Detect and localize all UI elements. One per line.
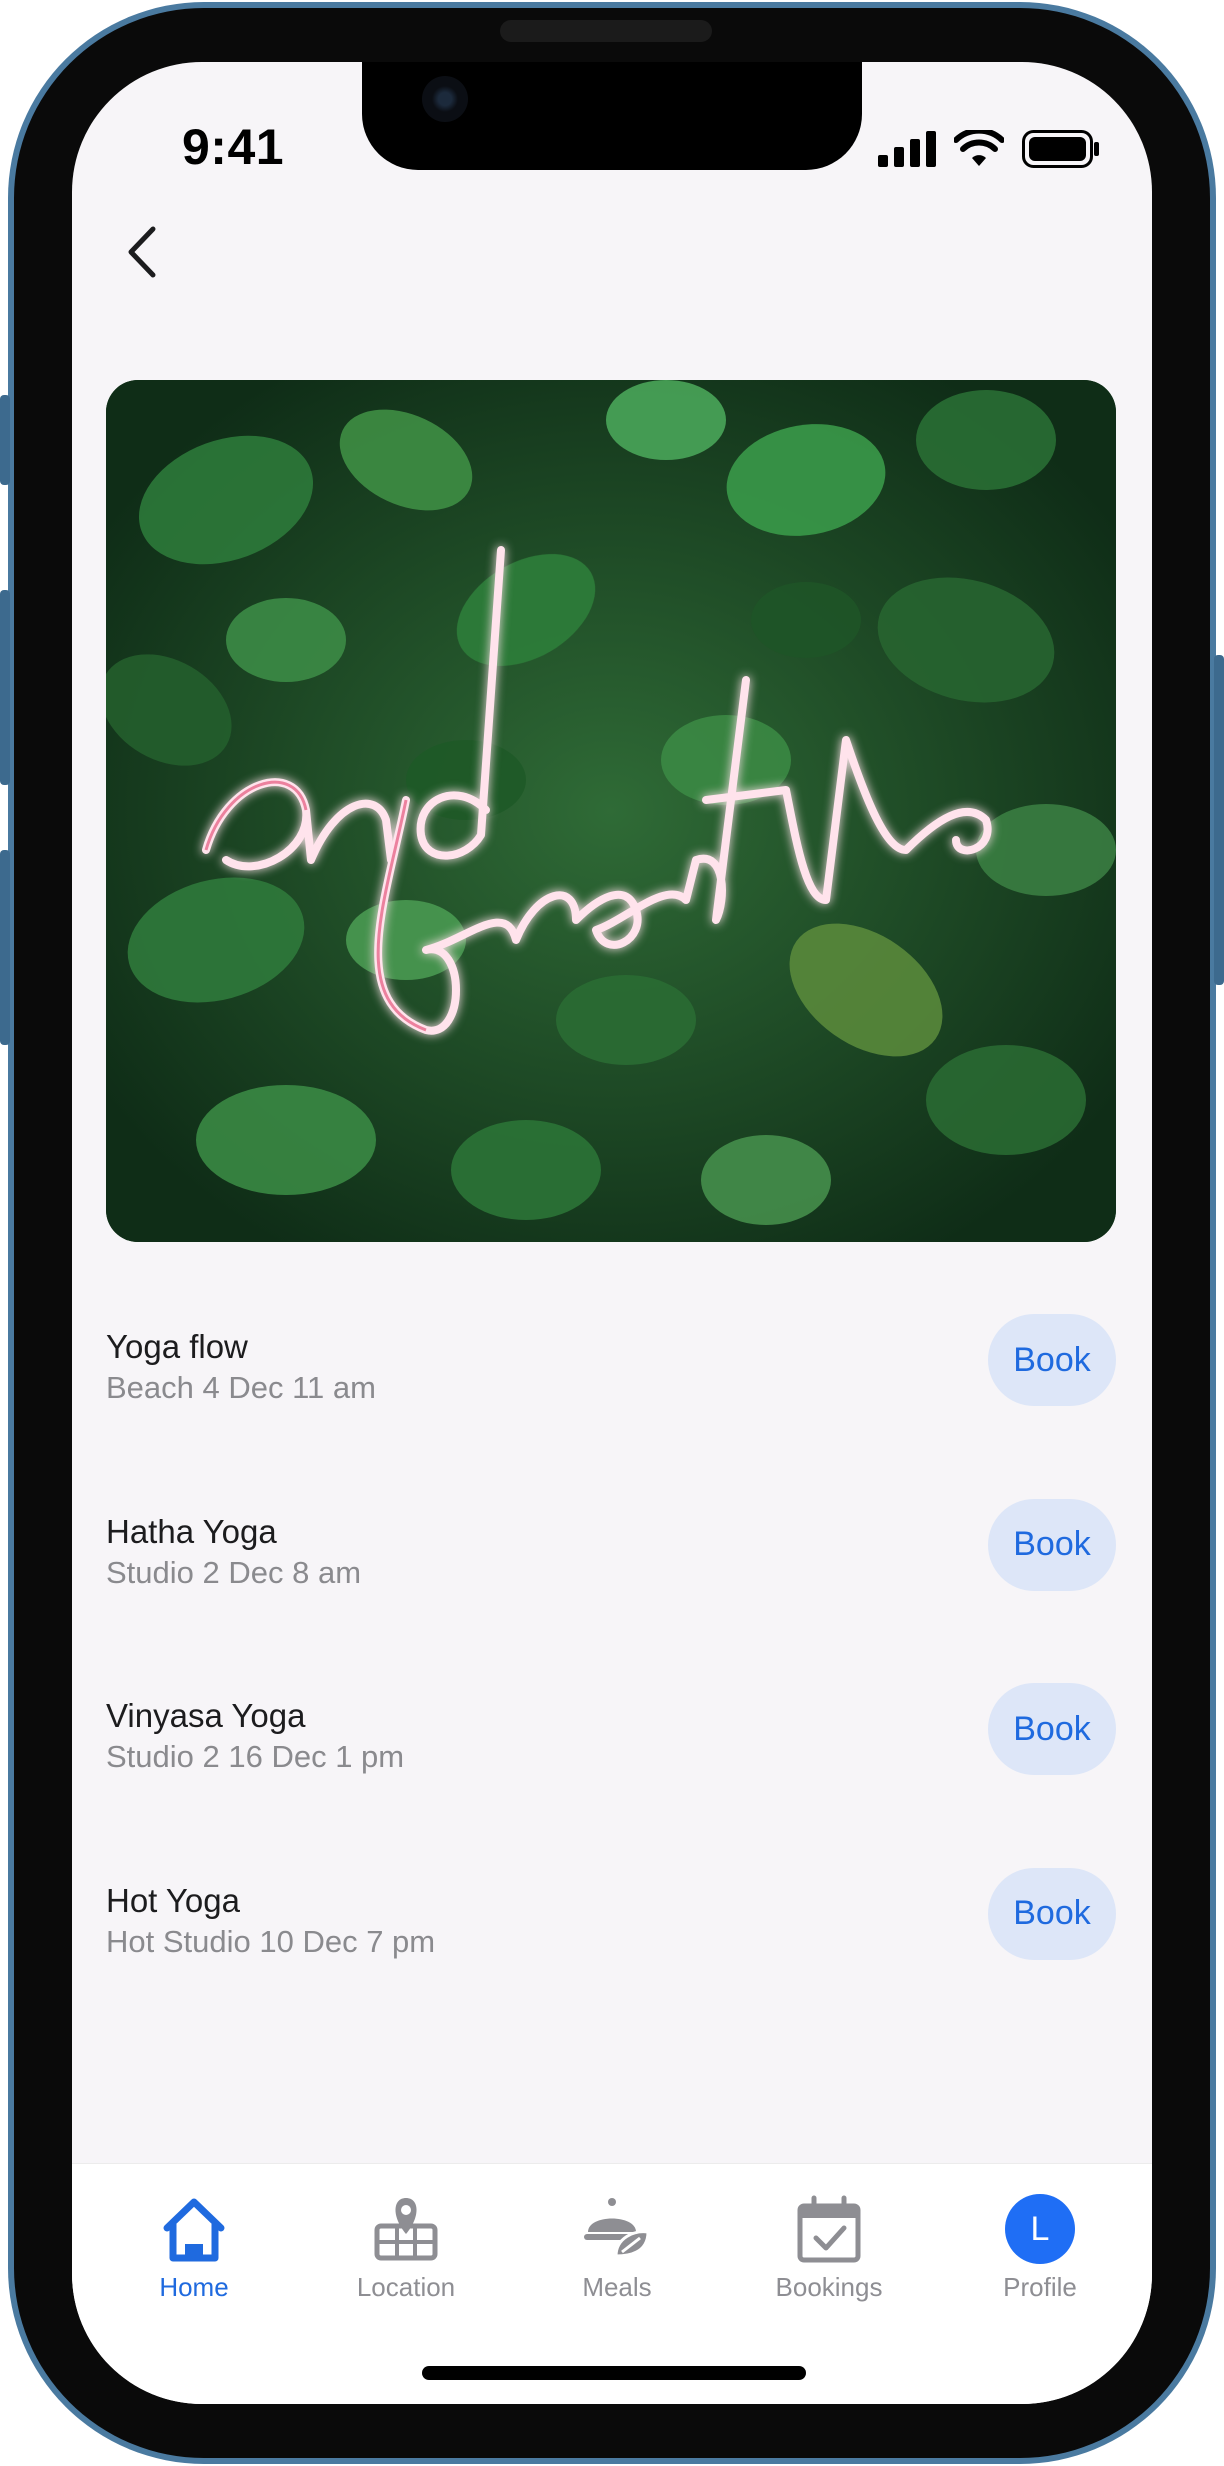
tab-label: Bookings [775, 2272, 883, 2302]
hero-image [106, 380, 1116, 1242]
status-icons [878, 130, 1100, 168]
home-icon [163, 2198, 225, 2262]
tab-label: Profile [1003, 2272, 1077, 2302]
side-button-power [1214, 655, 1224, 985]
class-meta: Studio 2 Dec 8 am [106, 1554, 362, 1590]
class-meta: Beach 4 Dec 11 am [106, 1370, 376, 1405]
battery-icon [1022, 130, 1099, 168]
side-button-mute [0, 395, 10, 485]
class-meta: Studio 2 16 Dec 1 pm [106, 1739, 405, 1774]
app-screen: 9:41 Yoga flow Beach 4 Dec 11 am Book Ha… [72, 62, 1152, 2404]
tab-label: Home [159, 2272, 229, 2302]
tab-profile[interactable]: L Profile [960, 2194, 1120, 2303]
book-button[interactable]: Book [988, 1683, 1116, 1775]
status-time: 9:41 [182, 119, 285, 175]
map-pin-icon [374, 2198, 438, 2261]
book-button[interactable]: Book [988, 1314, 1116, 1406]
class-name: Yoga flow [106, 1328, 248, 1365]
calendar-check-icon [797, 2195, 861, 2263]
tab-bar: Home Location Meals Bookings L Profile [72, 2163, 1152, 2404]
list-item: Hatha Yoga Studio 2 Dec 8 am Book [106, 1491, 1116, 1676]
class-name: Hatha Yoga [106, 1512, 277, 1550]
notch [362, 62, 862, 170]
class-list: Yoga flow Beach 4 Dec 11 am Book Hatha Y… [106, 1306, 1116, 2044]
class-name: Vinyasa Yoga [106, 1697, 306, 1734]
class-meta: Hot Studio 10 Dec 7 pm [106, 1923, 436, 1959]
list-item: Yoga flow Beach 4 Dec 11 am Book [106, 1306, 1116, 1491]
meal-icon [584, 2198, 650, 2258]
list-item: Hot Yoga Hot Studio 10 Dec 7 pm Book [106, 1860, 1116, 2045]
cellular-signal-icon [878, 131, 936, 167]
side-button-volume-up [0, 590, 10, 785]
chevron-left-icon [128, 226, 156, 278]
wifi-icon [954, 130, 1004, 166]
home-indicator[interactable] [422, 2366, 806, 2380]
book-button[interactable]: Book [988, 1867, 1116, 1960]
class-name: Hot Yoga [106, 1881, 240, 1919]
tab-label: Location [356, 2272, 456, 2302]
tab-location[interactable]: Location [326, 2194, 486, 2303]
back-button[interactable] [102, 212, 182, 292]
tab-home[interactable]: Home [114, 2194, 274, 2303]
hero-illustration [106, 380, 1116, 1242]
side-button-volume-down [0, 850, 10, 1045]
tab-label: Meals [582, 2272, 652, 2302]
avatar: L [1005, 2194, 1075, 2264]
front-camera [422, 76, 468, 122]
book-button[interactable]: Book [988, 1498, 1116, 1591]
list-item: Vinyasa Yoga Studio 2 16 Dec 1 pm Book [106, 1675, 1116, 1860]
speaker-grille [500, 20, 712, 42]
tab-bookings[interactable]: Bookings [749, 2194, 909, 2303]
tab-meals[interactable]: Meals [537, 2194, 697, 2303]
